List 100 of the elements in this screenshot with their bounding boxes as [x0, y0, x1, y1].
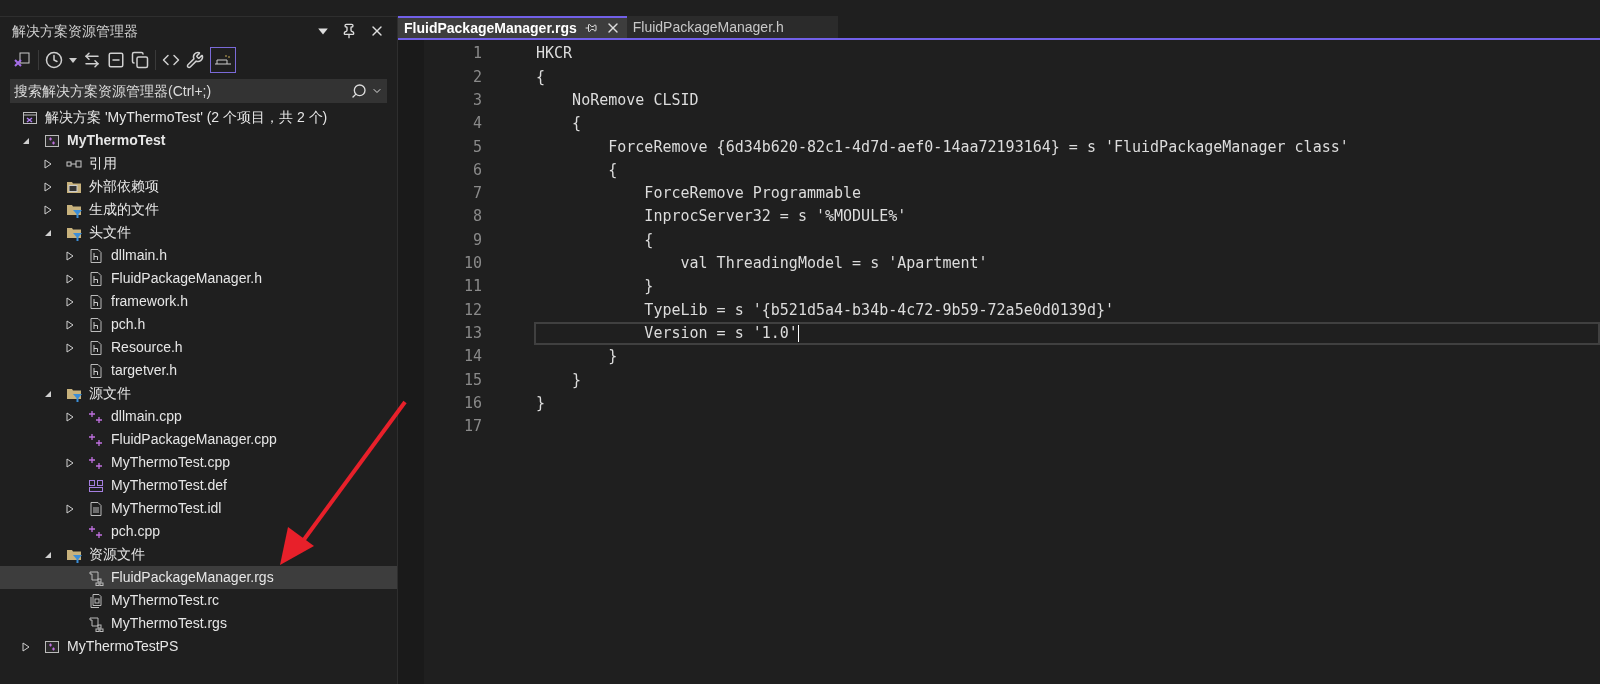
collapsed-triangle-icon[interactable] [22, 641, 30, 652]
collapsed-triangle-icon[interactable] [66, 296, 74, 307]
tree-row[interactable]: MyThermoTest.rc [0, 589, 397, 612]
preview-icon [214, 54, 232, 66]
editor-tab[interactable]: FluidPackageManager.rgs [398, 16, 627, 38]
pin-icon[interactable] [341, 23, 357, 39]
tree-item-label: MyThermoTest.rgs [111, 614, 227, 633]
code-line: ForceRemove Programmable [643, 183, 863, 205]
panel-title: 解决方案资源管理器 [12, 21, 139, 41]
collapsed-triangle-icon[interactable] [66, 503, 74, 514]
tree-row[interactable]: FluidPackageManager.h [0, 267, 397, 290]
line-number: 13 [462, 322, 482, 344]
tree-row[interactable]: 源文件 [0, 382, 397, 405]
tree-row[interactable]: MyThermoTest.rgs [0, 612, 397, 635]
copy-icon[interactable] [131, 51, 149, 69]
project-icon [44, 132, 60, 149]
tree-row[interactable]: FluidPackageManager.cpp [0, 428, 397, 451]
history-icon[interactable] [45, 51, 63, 69]
code-line: NoRemove CLSID [571, 90, 700, 111]
tree-item-label: 资源文件 [89, 545, 145, 564]
tree-row[interactable]: 头文件 [0, 221, 397, 244]
tab-label: FluidPackageManager.h [632, 17, 785, 37]
tree-row[interactable]: 外部依赖项 [0, 175, 397, 198]
plus-plus-icon [88, 408, 104, 425]
tree-item-label: 头文件 [89, 223, 131, 242]
tree-row[interactable]: pch.cpp [0, 520, 397, 543]
tree-row[interactable]: pch.h [0, 313, 397, 336]
tree-item-label: pch.h [111, 315, 146, 334]
tree-item-label: dllmain.h [111, 246, 168, 265]
expanded-triangle-icon[interactable] [44, 389, 52, 398]
settings-icon[interactable] [186, 51, 204, 69]
pin-icon[interactable] [584, 22, 597, 34]
line-number: 16 [462, 392, 482, 414]
line-number: 9 [471, 229, 482, 251]
tree-item-label: MyThermoTest [67, 131, 166, 150]
code-line: InprocServer32 = s '%MODULE%' [643, 206, 908, 228]
tree-row[interactable]: 解决方案 'MyThermoTest' (2 个项目，共 2 个) [0, 106, 397, 129]
document-icon [88, 500, 104, 517]
collapsed-triangle-icon[interactable] [66, 319, 74, 330]
tree-item-label: MyThermoTest.cpp [111, 453, 231, 472]
caret-icon[interactable] [69, 56, 77, 64]
code-line: HKCR [535, 43, 574, 65]
code-line: { [607, 159, 619, 181]
code-line: { [571, 113, 583, 135]
tree-row[interactable]: framework.h [0, 290, 397, 313]
tree-row[interactable]: MyThermoTest.cpp [0, 451, 397, 474]
line-number: 17 [462, 416, 482, 438]
collapsed-triangle-icon[interactable] [44, 204, 52, 215]
tree-item-label: Resource.h [111, 338, 183, 357]
collapsed-triangle-icon[interactable] [44, 181, 52, 192]
line-number: 1 [471, 43, 482, 65]
editor-tab[interactable]: FluidPackageManager.h [626, 16, 838, 38]
tree-row[interactable]: targetver.h [0, 359, 397, 382]
search-button[interactable] [351, 79, 387, 103]
tree-item-label: 生成的文件 [89, 200, 159, 219]
plus-plus-icon [88, 431, 104, 448]
tree-item-label: FluidPackageManager.rgs [111, 568, 274, 587]
collapse-all-icon[interactable] [107, 51, 125, 69]
collapsed-triangle-icon[interactable] [66, 457, 74, 468]
collapsed-triangle-icon[interactable] [66, 411, 74, 422]
collapsed-triangle-icon[interactable] [66, 250, 74, 261]
tree-row[interactable]: Resource.h [0, 336, 397, 359]
code-line: } [571, 369, 583, 391]
tree-row[interactable]: MyThermoTest.def [0, 474, 397, 497]
tree-row[interactable]: MyThermoTestPS [0, 635, 397, 658]
line-number: 5 [471, 136, 482, 158]
code-line: } [643, 276, 655, 298]
tree-item-label: pch.cpp [111, 522, 161, 541]
code-line: ForceRemove {6d34b620-82c1-4d7d-aef0-14aa72193164} = s 'FluidPackageManager class' [607, 136, 1350, 158]
tree-item-label: 外部依赖项 [89, 177, 159, 196]
tree-row[interactable]: dllmain.h [0, 244, 397, 267]
header-file-icon [88, 270, 104, 287]
tree-item-label: FluidPackageManager.h [111, 269, 262, 288]
collapsed-triangle-icon[interactable] [66, 273, 74, 284]
preview-button[interactable] [210, 47, 236, 73]
tree-row[interactable]: dllmain.cpp [0, 405, 397, 428]
expanded-triangle-icon[interactable] [44, 550, 52, 559]
tree-item-label: MyThermoTest.rc [111, 591, 220, 610]
collapsed-triangle-icon[interactable] [66, 342, 74, 353]
header-file-icon [88, 293, 104, 310]
collapsed-triangle-icon[interactable] [44, 158, 52, 169]
line-number: 6 [471, 159, 482, 181]
script-file-icon [88, 569, 104, 586]
tree-item-label: 引用 [89, 154, 117, 173]
sync-icon[interactable] [83, 51, 101, 69]
code-line: val ThreadingModel = s 'Apartment' [679, 253, 989, 275]
tree-row[interactable]: FluidPackageManager.rgs [0, 566, 397, 589]
search-field[interactable]: 搜索解决方案资源管理器(Ctrl+;) [10, 79, 351, 103]
tab-label: FluidPackageManager.rgs [404, 18, 577, 38]
tree-row[interactable]: 生成的文件 [0, 198, 397, 221]
expanded-triangle-icon[interactable] [44, 228, 52, 237]
grid-file-icon [88, 477, 104, 494]
tree-row[interactable]: 资源文件 [0, 543, 397, 566]
expanded-triangle-icon[interactable] [22, 136, 30, 145]
tree-item-label: framework.h [111, 292, 189, 311]
tree-item-label: MyThermoTest.def [111, 476, 227, 495]
header-file-icon [88, 247, 104, 264]
tree-row[interactable]: MyThermoTest [0, 129, 397, 152]
tree-row[interactable]: MyThermoTest.idl [0, 497, 397, 520]
tree-row[interactable]: 引用 [0, 152, 397, 175]
